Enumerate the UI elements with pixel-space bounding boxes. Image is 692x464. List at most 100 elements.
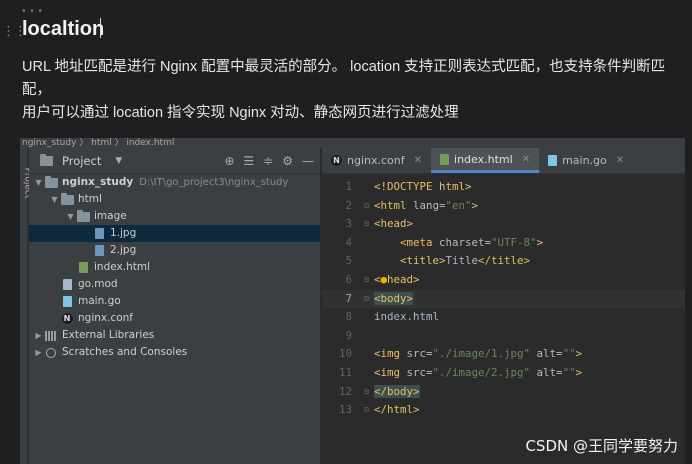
code-line: 4 <meta charset="UTF-8">: [322, 234, 685, 253]
tab-nginx-conf[interactable]: N nginx.conf ✕: [322, 148, 431, 173]
image-file-icon: [92, 228, 106, 239]
tree-item-2-jpg[interactable]: 2.jpg: [29, 242, 320, 259]
chevron-down-icon[interactable]: ▼: [33, 174, 44, 191]
code-line: 3 ⊟ <head>: [322, 215, 685, 234]
code-token: "en": [445, 198, 472, 212]
library-icon: [44, 330, 58, 341]
page-heading: localtion: [22, 18, 105, 40]
tree-item-main-go[interactable]: main.go: [29, 293, 320, 310]
code-line: 13 ⊟ </html>: [322, 401, 685, 420]
code-editor: N nginx.conf ✕ index.html ✕ main.go ✕ 1 …: [322, 148, 685, 464]
line-number: 11: [338, 365, 352, 379]
chevron-right-icon[interactable]: ▶: [33, 327, 44, 344]
project-toolbar: Project ▼ ⊕ ☰ ≑ ⚙ —: [29, 148, 320, 174]
code-token: charset=: [439, 235, 492, 249]
fold-icon[interactable]: ⊟: [364, 383, 374, 402]
tree-item-label: 1.jpg: [110, 227, 137, 239]
project-view-selector[interactable]: Project: [62, 154, 101, 168]
tab-main-go[interactable]: main.go ✕: [539, 148, 633, 173]
fold-icon[interactable]: ⊟: [364, 401, 374, 420]
chevron-down-icon[interactable]: ▼: [49, 191, 60, 208]
go-file-icon: [548, 155, 558, 166]
line-number: 4: [345, 235, 352, 249]
chevron-right-icon[interactable]: ▶: [33, 344, 44, 361]
tree-item-html[interactable]: ▼ html: [29, 191, 320, 208]
tree-item-label: html: [78, 193, 102, 205]
tree-item-external-libraries[interactable]: ▶ External Libraries: [29, 327, 320, 344]
tree-item-label: Scratches and Consoles: [62, 346, 188, 358]
tree-item-nginx-conf[interactable]: N nginx.conf: [29, 310, 320, 327]
code-token: >: [536, 235, 544, 249]
code-token: <head>: [374, 217, 414, 231]
code-token: Title: [445, 254, 479, 268]
project-side-tab[interactable]: Project: [20, 148, 32, 464]
image-file-icon: [92, 245, 106, 256]
tab-index-html[interactable]: index.html ✕: [431, 148, 540, 173]
code-line: 8 index.html: [322, 308, 685, 327]
code-token: >: [471, 198, 479, 212]
tree-item-image[interactable]: ▼ image: [29, 208, 320, 225]
fold-icon[interactable]: ⊟: [364, 271, 374, 290]
gear-icon[interactable]: ⚙: [282, 154, 293, 168]
code-token: <!DOCTYPE html>: [374, 180, 472, 193]
code-token: alt=: [530, 365, 563, 379]
code-token: </title>: [478, 254, 531, 268]
fold-icon[interactable]: ⊟: [364, 215, 374, 234]
tree-item-label: image: [94, 210, 127, 222]
tree-item-scratches[interactable]: ▶ Scratches and Consoles: [29, 344, 320, 361]
code-line: 12 ⊟ </body>: [322, 383, 685, 402]
code-line: 11 <img src="./image/2.jpg" alt="">: [322, 364, 685, 383]
tree-item-label: go.mod: [78, 278, 118, 290]
tree-item-label: nginx_study: [62, 176, 134, 188]
tree-item-label: nginx.conf: [78, 312, 133, 324]
code-token: >: [575, 347, 583, 361]
watermark: CSDN @王同学要努力: [525, 437, 678, 455]
expand-all-icon[interactable]: ☰: [243, 154, 254, 168]
line-number: 6: [345, 272, 352, 286]
chevron-down-icon[interactable]: ▼: [115, 156, 122, 166]
code-token: lang=: [413, 198, 446, 212]
line-number: 12: [338, 384, 352, 398]
code-token: <title>: [400, 254, 446, 268]
code-token: src=: [406, 347, 433, 361]
line-number: 10: [338, 347, 352, 361]
tree-item-go-mod[interactable]: go.mod: [29, 276, 320, 293]
chevron-down-icon[interactable]: ▼: [65, 208, 76, 225]
go-mod-file-icon: [60, 279, 74, 290]
crosshair-icon[interactable]: ⊕: [224, 154, 234, 168]
code-token: <body>: [374, 291, 414, 305]
close-icon[interactable]: ✕: [414, 155, 422, 166]
more-dots-icon[interactable]: • • •: [22, 6, 43, 17]
fold-icon[interactable]: ⊟: [364, 197, 374, 216]
tree-item-index-html[interactable]: index.html: [29, 259, 320, 276]
line-number: 3: [345, 217, 352, 231]
code-token: "./image/1.jpg": [432, 347, 531, 361]
fold-icon[interactable]: ⊟: [364, 290, 374, 309]
code-token: </html>: [374, 403, 420, 417]
minus-icon[interactable]: —: [302, 154, 314, 168]
code-line: 5 <title>Title</title>: [322, 252, 685, 271]
nginx-icon: N: [60, 313, 74, 324]
tree-item-nginx-study[interactable]: ▼ nginx_study D:\IT\go_project3\nginx_st…: [29, 174, 320, 191]
nginx-icon: N: [331, 155, 342, 166]
collapse-all-icon[interactable]: ≑: [263, 154, 273, 168]
tree-item-1-jpg[interactable]: 1.jpg: [29, 225, 320, 242]
line-number: 1: [345, 180, 352, 193]
code-token: <meta: [400, 235, 440, 249]
code-line: 6 ⊟ <●head>: [322, 271, 685, 290]
code-line: 9: [322, 327, 685, 346]
code-token: <img: [374, 365, 407, 379]
close-icon[interactable]: ✕: [522, 154, 530, 165]
tree-item-label: External Libraries: [62, 329, 155, 341]
tree-item-label: 2.jpg: [110, 244, 137, 256]
line-number: 2: [345, 198, 352, 212]
code-token: "": [562, 347, 576, 361]
tree-item-label: index.html: [94, 261, 150, 273]
description-paragraph: URL 地址匹配是进行 Nginx 配置中最灵活的部分。 location 支持…: [22, 56, 682, 125]
close-icon[interactable]: ✕: [616, 155, 624, 166]
line-number: 8: [345, 310, 352, 324]
code-line: 1 <!DOCTYPE html>: [322, 178, 685, 197]
project-tree: ▼ nginx_study D:\IT\go_project3\nginx_st…: [29, 174, 320, 361]
code-area[interactable]: 1 <!DOCTYPE html> 2 ⊟ <html lang="en"> 3 ⊟…: [322, 174, 685, 420]
text-caret: [100, 18, 102, 38]
